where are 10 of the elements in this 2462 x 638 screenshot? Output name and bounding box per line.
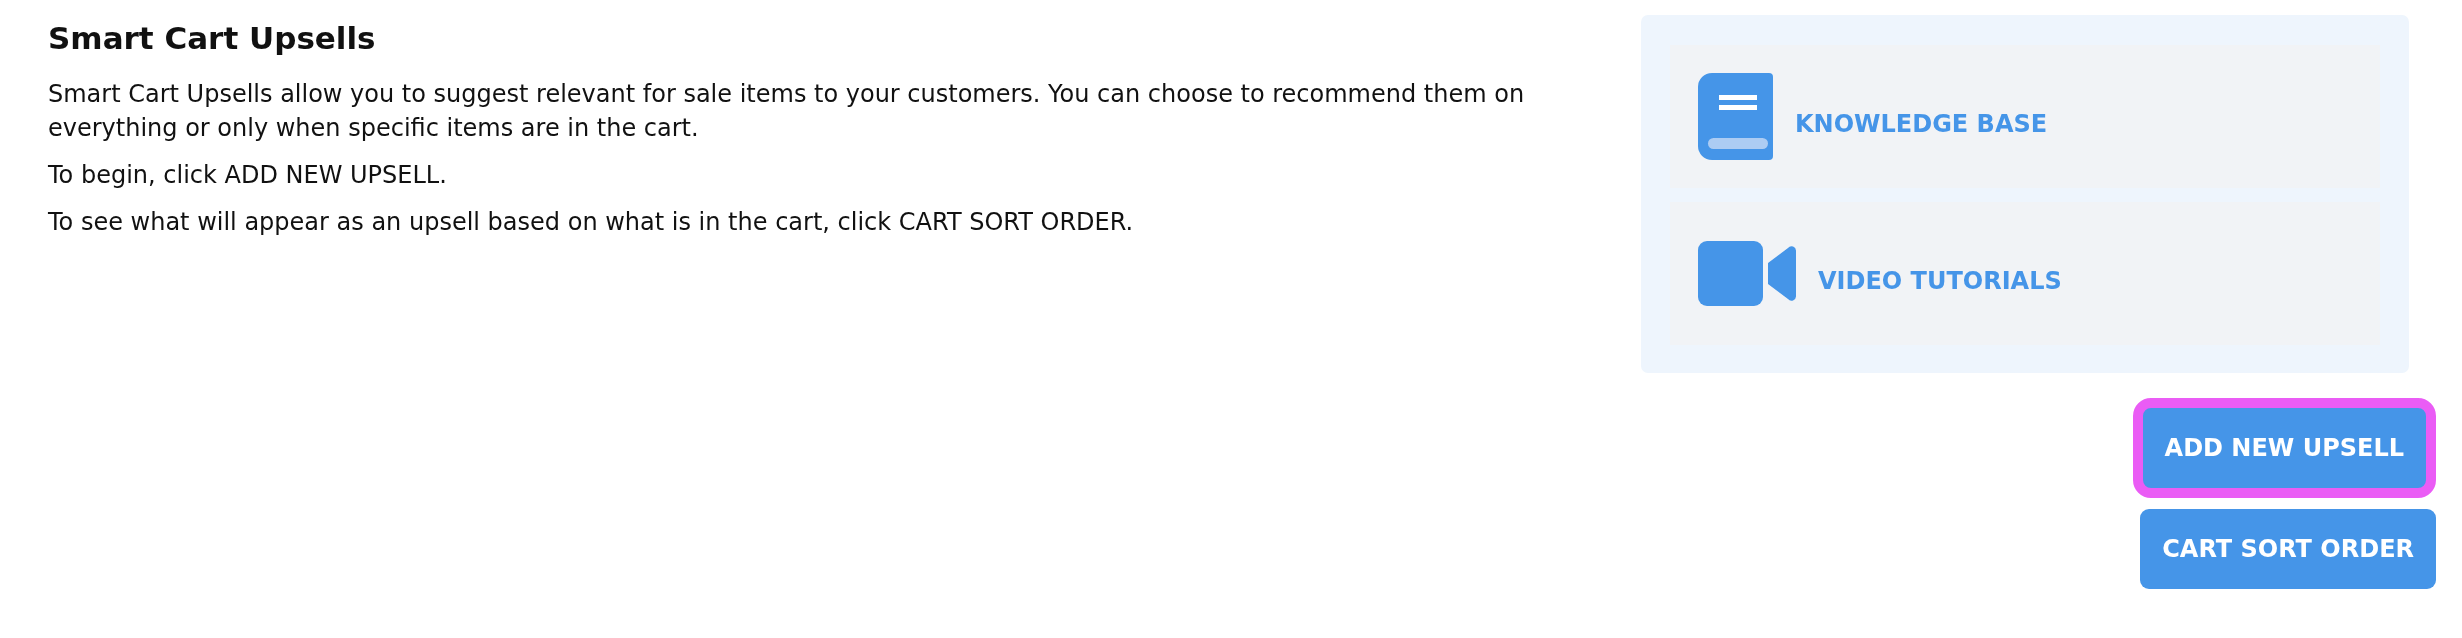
resource-link[interactable]: KNOWLEDGE BASE: [1670, 45, 2380, 188]
book-icon: [1698, 73, 1773, 160]
intro-paragraph: To see what will appear as an upsell based on what is in the cart, click CART SORT ORDER.: [48, 207, 1135, 238]
video-camera-icon: [1698, 241, 1796, 306]
resource-link[interactable]: VIDEO TUTORIALS: [1670, 202, 2380, 345]
action-button[interactable]: ADD NEW UPSELL: [2132, 398, 2436, 498]
action-button[interactable]: CART SORT ORDER: [2140, 509, 2436, 589]
intro-paragraph: To begin, click ADD NEW UPSELL.: [48, 160, 448, 191]
intro-paragraph: Smart Cart Upsells allow you to suggest relevant for sale items to your customers. You can choose to recommend them on everything or only when specific items are in the cart.: [48, 79, 1526, 144]
page-title: Smart Cart Upsells: [48, 19, 377, 58]
